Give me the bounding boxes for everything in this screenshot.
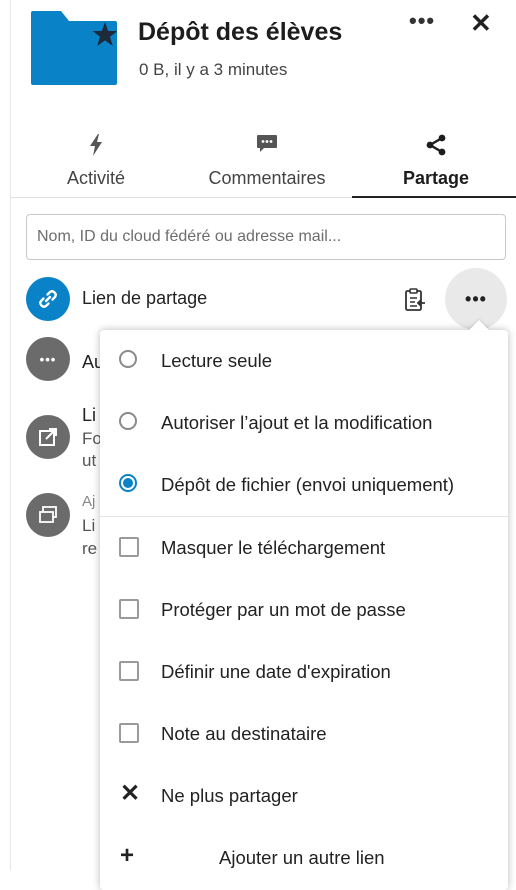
- menu-item-autoriser-modification[interactable]: Autoriser l’ajout et la modification: [100, 398, 508, 448]
- radio-button[interactable]: [119, 350, 137, 368]
- tab-activite[interactable]: Activité: [40, 132, 152, 198]
- row3-line2: Fo: [82, 429, 102, 448]
- external-link-avatar: [26, 415, 70, 459]
- share-search-input[interactable]: [26, 214, 506, 260]
- tab-label: Activité: [66, 168, 126, 188]
- copy-to-clipboard-icon[interactable]: [404, 288, 426, 312]
- tab-commentaires[interactable]: Commentaires: [190, 132, 344, 198]
- menu-item-label: Ne plus partager: [161, 785, 298, 806]
- menu-item-ajouter-lien[interactable]: + Ajouter un autre lien: [100, 833, 508, 883]
- menu-item-label: Autoriser l’ajout et la modification: [161, 412, 433, 433]
- row4-line3: re: [82, 539, 98, 558]
- comment-icon: [190, 134, 344, 162]
- menu-item-label: Masquer le téléchargement: [161, 537, 386, 558]
- menu-item-label: Ajouter un autre lien: [219, 847, 385, 868]
- panel-left-border: [10, 0, 11, 870]
- bolt-icon: [40, 134, 152, 162]
- checkbox[interactable]: [119, 661, 139, 681]
- more-options-avatar: •••: [26, 337, 70, 381]
- row3-title: Li: [82, 405, 97, 425]
- menu-item-label: Dépôt de fichier (envoi uniquement): [161, 474, 455, 495]
- menu-item-ne-plus-partager[interactable]: ✕ Ne plus partager: [100, 771, 508, 821]
- share-link-label: Lien de partage: [82, 288, 208, 308]
- menu-item-masquer-telechargement[interactable]: Masquer le téléchargement: [100, 523, 508, 573]
- menu-item-label: Lecture seule: [161, 350, 273, 371]
- link-avatar: [26, 277, 70, 321]
- row4-line1: Aj: [82, 493, 96, 510]
- row3-line3: ut: [82, 451, 97, 470]
- page-title: Dépôt des élèves: [138, 18, 343, 46]
- radio-button[interactable]: [119, 412, 137, 430]
- checkbox[interactable]: [119, 723, 139, 743]
- menu-separator: [100, 516, 508, 517]
- window-icon: [39, 506, 57, 523]
- window-avatar: [26, 493, 70, 537]
- menu-item-mot-de-passe[interactable]: Protéger par un mot de passe: [100, 585, 508, 635]
- link-icon: [39, 290, 57, 308]
- share-icon: [380, 134, 492, 162]
- close-icon: ✕: [120, 780, 141, 807]
- menu-item-label: Protéger par un mot de passe: [161, 599, 406, 620]
- tab-partage[interactable]: Partage: [380, 132, 492, 198]
- menu-item-note-destinataire[interactable]: Note au destinataire: [100, 709, 508, 759]
- file-meta: 0 B, il y a 3 minutes: [139, 60, 288, 79]
- active-tab-indicator: [352, 196, 516, 198]
- menu-item-label: Définir une date d'expiration: [161, 661, 391, 682]
- checkbox[interactable]: [119, 599, 139, 619]
- tab-label: Commentaires: [208, 168, 326, 188]
- checkbox[interactable]: [119, 537, 139, 557]
- menu-item-date-expiration[interactable]: Définir une date d'expiration: [100, 647, 508, 697]
- more-dots-icon: •••: [39, 351, 57, 367]
- tab-label: Partage: [402, 168, 470, 188]
- row4-line2: Li: [82, 516, 96, 535]
- menu-item-label: Note au destinataire: [161, 723, 327, 744]
- menu-item-depot-fichier[interactable]: Dépôt de fichier (envoi uniquement): [100, 460, 508, 510]
- popover-arrow: [468, 320, 490, 331]
- radio-button-selected[interactable]: [119, 474, 137, 492]
- folder-icon: [31, 11, 117, 85]
- plus-icon: +: [120, 842, 135, 869]
- header-more-icon[interactable]: •••: [409, 8, 435, 34]
- share-options-menu: Lecture seule Autoriser l’ajout et la mo…: [100, 330, 508, 890]
- menu-item-lecture-seule[interactable]: Lecture seule: [100, 336, 508, 386]
- close-icon[interactable]: ✕: [470, 8, 492, 39]
- external-link-icon: [39, 428, 57, 446]
